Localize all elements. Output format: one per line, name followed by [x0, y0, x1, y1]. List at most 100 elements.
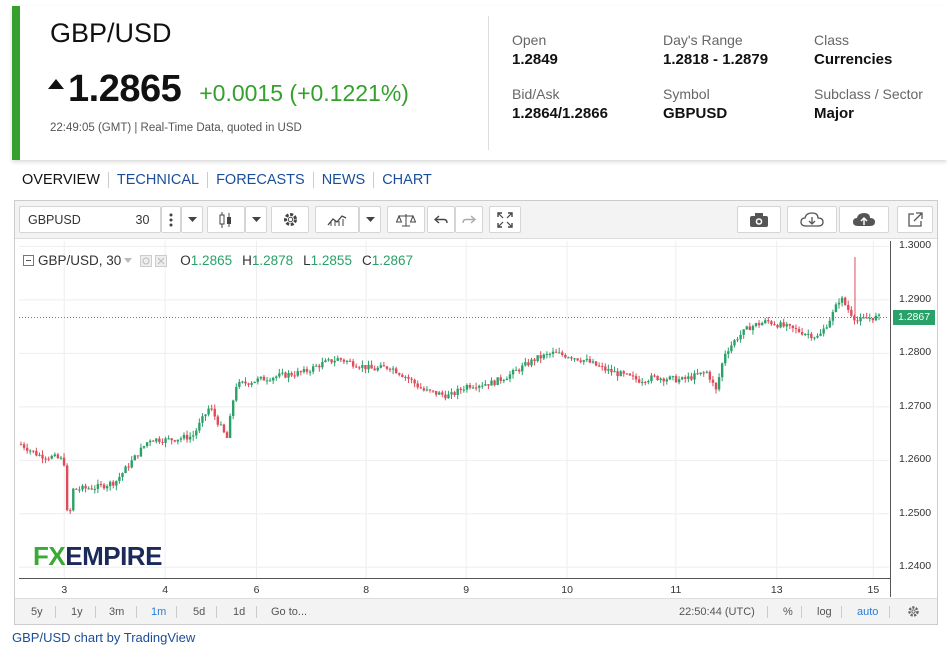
chevron-down-icon[interactable]	[359, 206, 381, 233]
log-toggle[interactable]: log	[817, 606, 832, 618]
candle-body	[62, 457, 66, 466]
chevron-down-icon[interactable]	[181, 206, 203, 233]
candle-body	[567, 357, 570, 359]
candle-body	[496, 377, 499, 386]
candle-body	[816, 335, 819, 338]
instrument-name: GBP/USD	[50, 18, 172, 48]
candle-body	[585, 359, 589, 361]
collapse-icon[interactable]	[23, 255, 34, 266]
candle-body	[662, 378, 665, 382]
candle-body	[99, 484, 103, 486]
candle-body	[216, 416, 220, 425]
range-3m[interactable]: 3m	[109, 606, 124, 618]
candle-body	[478, 385, 481, 388]
candle-body	[201, 416, 204, 423]
indicators-icon[interactable]	[315, 206, 359, 233]
candle-body	[739, 334, 742, 340]
candle-body	[840, 297, 844, 303]
separator	[767, 606, 768, 618]
high-value: 1.2878	[251, 253, 294, 268]
candle-body	[413, 379, 416, 384]
camera-icon[interactable]	[737, 206, 781, 233]
separator	[216, 606, 217, 618]
cloud-download-icon[interactable]	[787, 206, 837, 233]
symbol-search-input[interactable]: GBPUSD	[19, 206, 133, 233]
candle-body	[616, 371, 619, 377]
candles-icon[interactable]	[207, 206, 245, 233]
open-value: 1.2865	[190, 253, 233, 268]
percent-toggle[interactable]: %	[783, 606, 793, 618]
tradingview-attribution-link[interactable]: GBP/USD chart by TradingView	[12, 630, 195, 645]
candle-body	[631, 375, 635, 377]
tab-overview[interactable]: OVERVIEW	[14, 172, 109, 188]
candle-body	[505, 378, 509, 381]
time-axis[interactable]: 3 4 6 8 9 10 11 13 15	[19, 578, 890, 598]
range-5y[interactable]: 5y	[31, 606, 43, 618]
range-5d[interactable]: 5d	[193, 606, 205, 618]
candle-body	[105, 486, 109, 489]
price-axis[interactable]: 1.3000 1.2900 1.2800 1.2700 1.2600 1.2500 1.24…	[890, 239, 937, 597]
candle-body	[438, 392, 441, 395]
candle-body	[148, 440, 152, 443]
utc-clock[interactable]: 22:50:44 (UTC)	[679, 606, 755, 618]
candle-body	[370, 364, 373, 369]
candle-body	[607, 368, 610, 371]
price-tick-label: 1.2600	[899, 453, 932, 466]
candle-body	[142, 446, 146, 448]
candle-body	[275, 376, 278, 378]
candle-body	[139, 447, 143, 457]
interval-button[interactable]: 30	[125, 206, 161, 233]
price-tick-label: 1.2800	[899, 346, 932, 359]
cloud-upload-icon[interactable]	[839, 206, 889, 233]
undo-icon[interactable]	[427, 206, 455, 233]
candle-body	[198, 422, 201, 431]
range-1d[interactable]: 1d	[233, 606, 245, 618]
candle-body	[342, 359, 346, 362]
tab-forecasts[interactable]: FORECASTS	[208, 172, 314, 188]
tab-chart[interactable]: CHART	[374, 172, 440, 188]
go-to-button[interactable]: Go to...	[271, 606, 307, 618]
gear-icon[interactable]	[907, 605, 920, 618]
candle-body	[834, 304, 838, 313]
separator	[136, 606, 137, 618]
price-tick-label: 1.2400	[899, 560, 932, 573]
menu-dots-icon[interactable]	[161, 206, 181, 233]
stat-class: Class Currencies	[814, 32, 892, 68]
candle-body	[696, 373, 699, 375]
candle-body	[502, 380, 506, 382]
candle-body	[75, 488, 78, 490]
tab-news[interactable]: NEWS	[314, 172, 375, 188]
range-1m[interactable]: 1m	[151, 606, 166, 618]
candle-body	[78, 489, 81, 491]
redo-icon[interactable]	[455, 206, 483, 233]
separator	[256, 606, 257, 618]
price-plot-area[interactable]	[19, 241, 889, 578]
candle-body	[44, 458, 47, 460]
gear-icon[interactable]	[271, 206, 309, 233]
chevron-down-icon[interactable]	[124, 258, 133, 263]
candle-body	[671, 376, 675, 378]
candle-body	[167, 438, 170, 440]
time-tick-label: 10	[561, 584, 573, 596]
candle-body	[594, 361, 598, 366]
candle-body	[459, 388, 462, 390]
tab-technical[interactable]: TECHNICAL	[109, 172, 209, 188]
fxempire-logo: FXEMPIRE	[33, 541, 162, 572]
candle-body	[155, 438, 158, 442]
auto-toggle[interactable]: auto	[857, 606, 878, 618]
legend-settings-icon[interactable]	[140, 254, 170, 267]
candle-body	[425, 389, 429, 391]
time-tick-label: 4	[162, 584, 169, 596]
chevron-down-icon[interactable]	[245, 206, 267, 233]
price-tick-label: 1.2700	[899, 399, 932, 412]
candle-body	[367, 364, 370, 370]
stat-value: 1.2818 - 1.2879	[663, 51, 769, 68]
price-block: 1.2865 +0.0015 (+0.1221%)	[48, 68, 409, 111]
candle-body	[278, 373, 281, 377]
stat-value: 1.2864/1.2866	[512, 105, 608, 122]
compare-icon[interactable]	[387, 206, 425, 233]
candle-body	[610, 368, 613, 373]
range-1y[interactable]: 1y	[71, 606, 83, 618]
popout-icon[interactable]	[897, 206, 933, 233]
fullscreen-icon[interactable]	[489, 206, 521, 233]
